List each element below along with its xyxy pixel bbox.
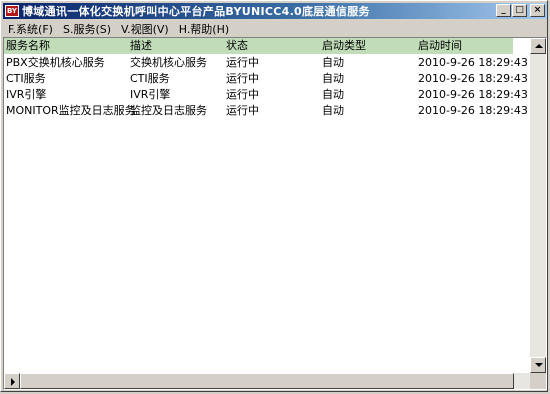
menu-bar: F.系统(F) S.服务(S) V.视图(V) H.帮助(H) [3,20,547,37]
service-name-cell: MONITOR监控及日志服务 [6,104,136,117]
maximize-button[interactable]: □ [512,4,527,17]
startup-type-cell: 自动 [322,56,344,69]
close-button[interactable]: × [530,4,545,17]
service-name-cell: PBX交换机核心服务 [6,56,105,69]
startup-type-cell: 自动 [322,104,344,117]
horizontal-scrollbar[interactable] [4,373,530,389]
scrollbar-corner [530,373,546,389]
description-cell: CTI服务 [130,72,170,85]
service-name-cell: IVR引擎 [6,88,47,101]
column-header-name[interactable]: 服务名称 [6,38,50,54]
status-cell: 运行中 [226,72,259,85]
list-header: 服务名称 描述 状态 启动类型 启动时间 [4,38,513,54]
start-time-cell: 2010-9-26 18:29:43 [418,72,528,85]
menu-service[interactable]: S.服务(S) [58,21,116,37]
start-time-cell: 2010-9-26 18:29:43 [418,104,528,117]
arrow-up-icon [535,44,543,48]
status-cell: 运行中 [226,88,259,101]
menu-view[interactable]: V.视图(V) [116,21,174,37]
table-row[interactable]: IVR引擎 IVR引擎 运行中 自动 2010-9-26 18:29:43 [4,86,528,103]
startup-type-cell: 自动 [322,88,344,101]
table-row[interactable]: MONITOR监控及日志服务 监控及日志服务 运行中 自动 2010-9-26 … [4,102,528,119]
service-name-cell: CTI服务 [6,72,46,85]
app-icon[interactable]: BY [5,5,19,17]
arrow-down-icon [535,363,543,367]
vertical-scrollbar[interactable] [530,38,546,373]
description-cell: 交换机核心服务 [130,56,207,69]
table-row[interactable]: CTI服务 CTI服务 运行中 自动 2010-9-26 18:29:43 [4,70,528,87]
title-bar[interactable]: BY 博域通讯一体化交换机呼叫中心平台产品BYUNICC4.0底层通信服务 _ … [3,3,547,19]
main-window: BY 博域通讯一体化交换机呼叫中心平台产品BYUNICC4.0底层通信服务 _ … [0,0,548,392]
description-cell: 监控及日志服务 [130,104,207,117]
minimize-button[interactable]: _ [496,4,511,17]
column-header-startup-type[interactable]: 启动类型 [322,38,366,54]
menu-system[interactable]: F.系统(F) [3,21,58,37]
column-header-start-time[interactable]: 启动时间 [418,38,462,54]
scroll-right-button[interactable] [4,373,20,389]
window-title: 博域通讯一体化交换机呼叫中心平台产品BYUNICC4.0底层通信服务 [22,5,370,18]
description-cell: IVR引擎 [130,88,171,101]
menu-help[interactable]: H.帮助(H) [174,21,234,37]
startup-type-cell: 自动 [322,72,344,85]
start-time-cell: 2010-9-26 18:29:43 [418,56,528,69]
horizontal-scroll-thumb[interactable] [20,373,514,389]
status-cell: 运行中 [226,56,259,69]
window-controls: _ □ × [496,4,545,17]
column-header-description[interactable]: 描述 [130,38,152,54]
service-list[interactable]: 服务名称 描述 状态 启动类型 启动时间 PBX交换机核心服务 交换机核心服务 … [3,37,547,390]
scroll-up-button[interactable] [530,38,546,54]
arrow-right-icon [11,378,15,386]
status-cell: 运行中 [226,104,259,117]
column-header-status[interactable]: 状态 [226,38,248,54]
start-time-cell: 2010-9-26 18:29:43 [418,88,528,101]
table-row[interactable]: PBX交换机核心服务 交换机核心服务 运行中 自动 2010-9-26 18:2… [4,54,528,71]
scroll-down-button[interactable] [530,357,546,373]
